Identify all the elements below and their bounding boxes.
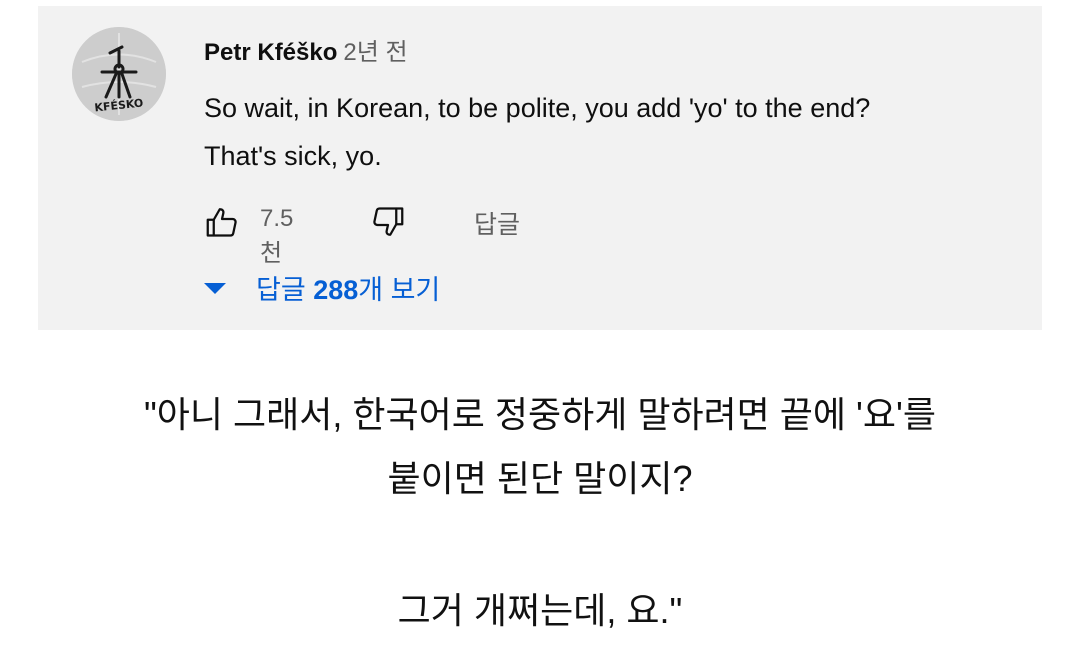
caption-line-1: "아니 그래서, 한국어로 정중하게 말하려면 끝에 '요'를 bbox=[143, 394, 937, 435]
author-name[interactable]: Petr Kféško bbox=[204, 39, 337, 66]
like-icon[interactable] bbox=[204, 204, 240, 245]
chevron-down-icon bbox=[204, 282, 226, 300]
comment-timestamp[interactable]: 2년 전 bbox=[343, 39, 407, 66]
reply-count: 288 bbox=[313, 275, 359, 305]
view-replies-prefix: 답글 bbox=[256, 275, 314, 305]
dislike-icon[interactable] bbox=[370, 204, 406, 245]
reply-button[interactable]: 답글 bbox=[474, 205, 520, 241]
like-count: 7.5천 bbox=[260, 205, 294, 267]
caption-line-2: 붙이면 된단 말이지? bbox=[387, 458, 693, 499]
author-line: Petr Kféško 2년 전 bbox=[204, 32, 408, 67]
view-replies-suffix: 개 보기 bbox=[358, 275, 441, 305]
comment-text: So wait, in Korean, to be polite, you ad… bbox=[204, 93, 871, 171]
view-replies-label: 답글 288개 보기 bbox=[256, 268, 440, 307]
caption-line-3: 그거 개쩌는데, 요." bbox=[397, 590, 683, 631]
avatar[interactable]: KFÉSKO bbox=[72, 27, 166, 121]
avatar-logo: KFÉSKO bbox=[72, 27, 166, 121]
